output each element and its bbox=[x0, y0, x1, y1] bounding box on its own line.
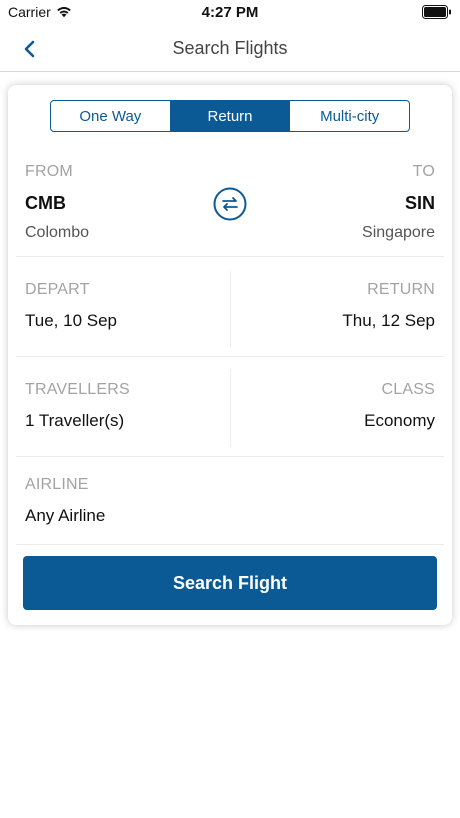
airline-field[interactable]: AIRLINE Any Airline bbox=[25, 476, 105, 526]
search-flight-button[interactable]: Search Flight bbox=[23, 556, 437, 610]
class-field[interactable]: CLASS Economy bbox=[364, 381, 435, 431]
to-airport-code: SIN bbox=[404, 193, 435, 213]
class-value: Economy bbox=[364, 411, 435, 430]
travellers-field[interactable]: TRAVELLERS 1 Traveller(s) bbox=[25, 381, 130, 431]
class-label: CLASS bbox=[381, 381, 435, 398]
divider bbox=[16, 256, 444, 257]
trip-type-selector: One Way Return Multi-city bbox=[50, 100, 410, 132]
from-field[interactable]: FROM CMB Colombo bbox=[25, 163, 89, 252]
travellers-label: TRAVELLERS bbox=[25, 381, 130, 398]
from-label: FROM bbox=[25, 163, 73, 180]
swap-route-button[interactable] bbox=[213, 187, 247, 221]
airline-label: AIRLINE bbox=[25, 476, 89, 493]
to-city: Singapore bbox=[362, 224, 435, 241]
from-city: Colombo bbox=[25, 224, 90, 241]
nav-bar: Search Flights bbox=[0, 26, 460, 72]
divider bbox=[16, 456, 444, 457]
status-bar: Carrier 4:27 PM bbox=[0, 0, 460, 26]
vertical-divider bbox=[230, 369, 231, 447]
status-time: 4:27 PM bbox=[201, 4, 259, 21]
tab-multi-city[interactable]: Multi-city bbox=[290, 101, 409, 131]
battery-icon bbox=[422, 5, 451, 19]
depart-label: DEPART bbox=[25, 281, 90, 298]
depart-date: Tue, 10 Sep bbox=[25, 311, 117, 330]
return-label: RETURN bbox=[367, 281, 435, 298]
divider bbox=[16, 356, 444, 357]
airline-value: Any Airline bbox=[25, 506, 106, 525]
to-field[interactable]: TO SIN Singapore bbox=[362, 163, 435, 252]
vertical-divider bbox=[230, 271, 231, 347]
tab-return[interactable]: Return bbox=[170, 101, 291, 131]
divider bbox=[16, 544, 444, 545]
flight-search-card: One Way Return Multi-city FROM CMB Colom… bbox=[8, 85, 452, 625]
tab-one-way[interactable]: One Way bbox=[51, 101, 171, 131]
from-airport-code: CMB bbox=[25, 193, 66, 213]
depart-field[interactable]: DEPART Tue, 10 Sep bbox=[25, 281, 117, 331]
return-field[interactable]: RETURN Thu, 12 Sep bbox=[342, 281, 435, 331]
travellers-value: 1 Traveller(s) bbox=[25, 411, 125, 430]
return-date: Thu, 12 Sep bbox=[342, 311, 435, 330]
page-title: Search Flights bbox=[172, 38, 288, 58]
to-label: TO bbox=[412, 163, 435, 180]
